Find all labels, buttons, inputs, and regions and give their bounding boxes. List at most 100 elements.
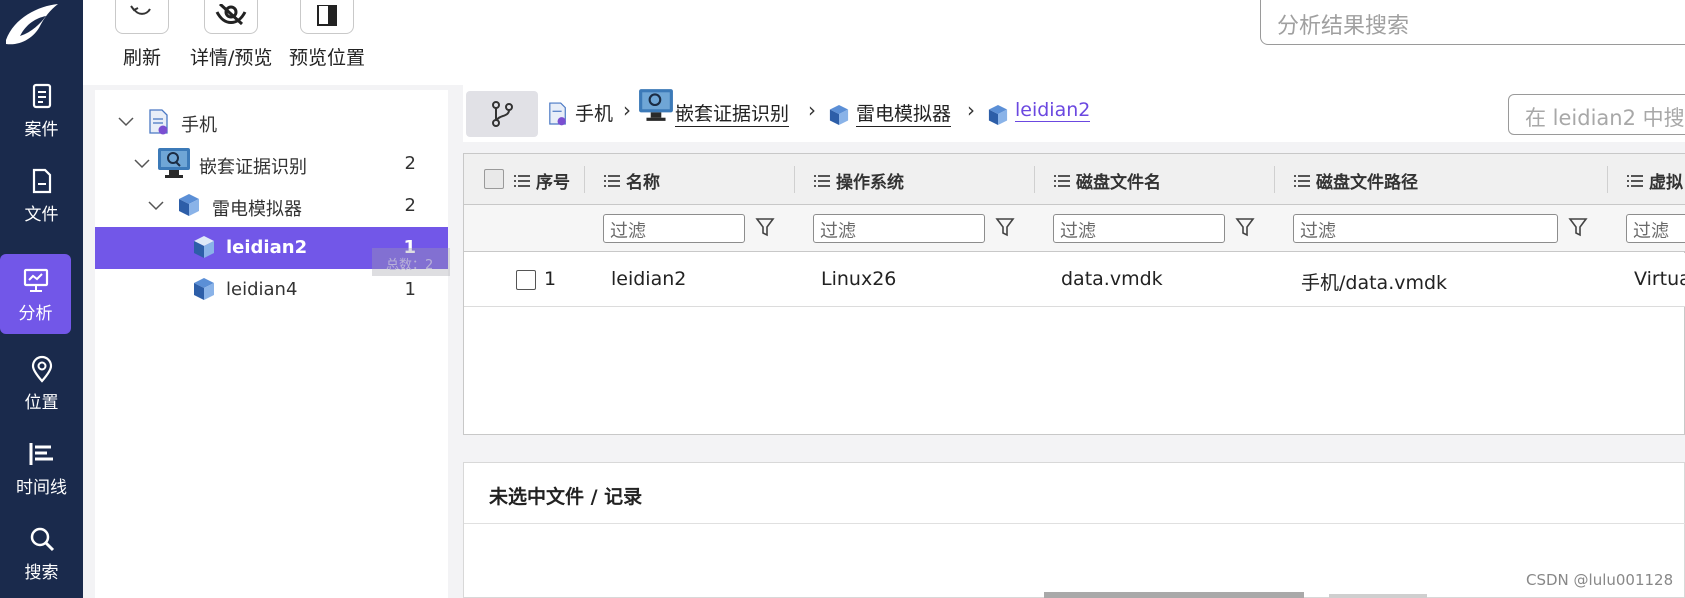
app-logo-icon [6, 4, 58, 45]
nav-location[interactable]: 位置 [0, 343, 83, 423]
list-icon [604, 174, 620, 187]
column-header-disk-file[interactable]: 磁盘文件名 [1054, 168, 1161, 193]
breadcrumb: 手机 › 嵌套证据识别 › 雷电模拟器 › leidian2 在 leidian… [463, 85, 1685, 142]
eye-off-icon [204, 0, 259, 34]
nav-search[interactable]: 搜索 [0, 513, 83, 593]
list-icon [814, 174, 830, 187]
cell-os: Linux26 [821, 268, 897, 290]
git-branch-icon [492, 101, 513, 127]
column-divider[interactable] [584, 166, 585, 193]
filter-input-virtual[interactable]: 过滤 [1626, 214, 1685, 243]
breadcrumb-item-leidian2[interactable]: leidian2 [1015, 99, 1091, 122]
refresh-label: 刷新 [122, 47, 161, 69]
breadcrumb-item-nested-evidence[interactable]: 嵌套证据识别 [675, 99, 790, 127]
panel-layout-icon [300, 0, 354, 34]
left-nav: 案件 文件 分析 位置 时间线 搜索 [0, 0, 83, 598]
column-divider[interactable] [1034, 166, 1035, 193]
scrollbar-track[interactable] [1329, 594, 1427, 598]
tree-node-label: 手机 [181, 115, 217, 136]
list-icon [1627, 174, 1643, 187]
nav-label: 案件 [24, 119, 59, 140]
filter-row: 过滤 过滤 过滤 过滤 过滤 [464, 205, 1685, 252]
divider [464, 523, 1685, 524]
tree-node-phone[interactable]: 手机 [95, 101, 448, 143]
chevron-down-icon[interactable] [117, 113, 135, 131]
chevron-down-icon[interactable] [147, 197, 165, 215]
branch-toggle-button[interactable] [466, 91, 538, 137]
column-label: 序号 [536, 173, 570, 193]
row-checkbox[interactable] [516, 270, 536, 290]
column-header-name[interactable]: 名称 [604, 168, 660, 193]
nav-label: 文件 [24, 204, 59, 225]
column-divider[interactable] [1607, 166, 1608, 193]
list-icon [514, 174, 530, 187]
column-header-os[interactable]: 操作系统 [814, 168, 904, 193]
detail-preview-label: 详情/预览 [190, 47, 273, 69]
detail-title: 未选中文件 / 记录 [489, 486, 643, 508]
detail-panel: 未选中文件 / 记录 [463, 462, 1685, 598]
tree-node-label: leidian2 [226, 237, 308, 258]
cell-index: 1 [544, 268, 557, 290]
cell-disk-file: data.vmdk [1061, 268, 1163, 290]
nav-label: 时间线 [16, 477, 67, 498]
clipboard-icon [32, 83, 51, 108]
filter-icon[interactable] [1568, 217, 1588, 237]
filter-icon[interactable] [755, 217, 775, 237]
search-icon [30, 527, 54, 551]
virtualbox-cube-icon [988, 105, 1008, 125]
nav-timeline[interactable]: 时间线 [0, 428, 83, 508]
filter-icon[interactable] [1235, 217, 1255, 237]
chevron-down-icon[interactable] [133, 155, 151, 173]
filter-icon[interactable] [995, 217, 1015, 237]
analysis-search-input[interactable]: 分析结果搜索 [1260, 0, 1685, 45]
nav-files[interactable]: 文件 [0, 155, 83, 235]
column-label: 磁盘文件路径 [1316, 173, 1418, 193]
virtualbox-cube-icon [194, 278, 214, 300]
column-header-virtual[interactable]: 虚拟 [1627, 168, 1683, 193]
preview-location-button[interactable]: 预览位置 [289, 0, 365, 70]
tree-node-nested-evidence[interactable]: 嵌套证据识别 2 [95, 143, 448, 185]
breadcrumb-item-leidian-emulator[interactable]: 雷电模拟器 [856, 99, 952, 127]
column-header-disk-path[interactable]: 磁盘文件路径 [1294, 168, 1418, 193]
results-table: 序号 名称 操作系统 磁盘文件名 磁盘文件路径 虚拟 过滤 过滤 过滤 过滤 过… [463, 153, 1685, 435]
detail-preview-button[interactable]: 详情/预览 [190, 0, 272, 70]
evidence-tree: 手机 嵌套证据识别 2 雷电模拟器 2 leidian2 1 leidian4 … [95, 90, 450, 598]
tree-node-label: leidian4 [226, 279, 298, 300]
nav-analysis[interactable]: 分析 [0, 254, 71, 334]
horizontal-scrollbar[interactable] [1044, 592, 1304, 598]
filter-input-name[interactable]: 过滤 [603, 214, 745, 243]
location-pin-icon [31, 355, 52, 383]
tree-node-count: 1 [404, 279, 416, 300]
app-window: 案件 文件 分析 位置 时间线 搜索 刷新 详情/预览 预览位置 分析结果搜索 … [0, 0, 1685, 598]
table-row[interactable]: 1 leidian2 Linux26 data.vmdk 手机/data.vmd… [464, 253, 1685, 307]
toolbar: 刷新 详情/预览 预览位置 分析结果搜索 [83, 0, 1685, 85]
column-divider[interactable] [1274, 166, 1275, 193]
cell-virtual: Virtua [1634, 268, 1685, 290]
refresh-button[interactable]: 刷新 [115, 0, 169, 70]
column-divider[interactable] [794, 166, 795, 193]
filter-input-os[interactable]: 过滤 [813, 214, 985, 243]
nav-cases[interactable]: 案件 [0, 70, 83, 150]
scoped-search-placeholder: 在 leidian2 中搜 [1525, 106, 1685, 130]
filter-input-disk-file[interactable]: 过滤 [1053, 214, 1225, 243]
chevron-right-icon: › [808, 98, 816, 122]
monitor-search-icon [639, 89, 673, 121]
filter-input-disk-path[interactable]: 过滤 [1293, 214, 1558, 243]
breadcrumb-item-phone[interactable]: 手机 [575, 99, 613, 126]
nav-label: 位置 [24, 392, 59, 413]
scoped-search-input[interactable]: 在 leidian2 中搜 [1508, 94, 1685, 135]
chevron-right-icon: › [967, 98, 975, 122]
tree-node-leidian-emulator[interactable]: 雷电模拟器 2 [95, 185, 448, 227]
preview-location-label: 预览位置 [289, 47, 366, 69]
column-header-index[interactable]: 序号 [514, 168, 570, 193]
tree-node-count: 2 [404, 153, 416, 174]
monitor-chart-icon [23, 268, 48, 292]
select-all-checkbox[interactable] [484, 169, 504, 189]
cell-name: leidian2 [611, 268, 687, 290]
list-icon [1054, 174, 1070, 187]
nav-label: 搜索 [24, 562, 59, 583]
column-label: 磁盘文件名 [1076, 173, 1161, 193]
virtualbox-cube-icon [829, 105, 849, 125]
file-icon [32, 168, 51, 193]
table-header: 序号 名称 操作系统 磁盘文件名 磁盘文件路径 虚拟 [464, 154, 1685, 205]
